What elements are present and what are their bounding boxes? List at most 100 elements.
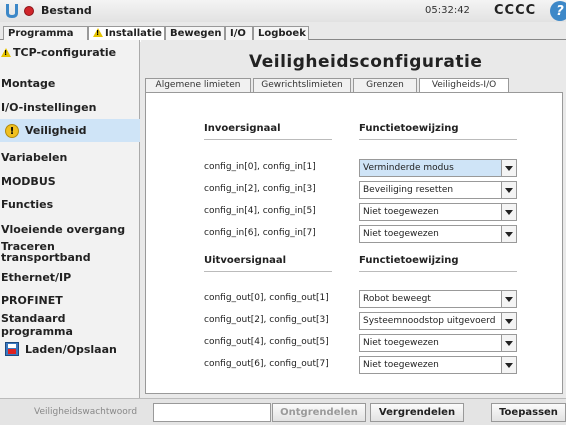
sidebar-item-label: Laden/Opslaan [25,342,117,356]
output-function-select[interactable]: Robot beweegt [359,290,517,308]
robot-status-icon[interactable] [24,6,34,16]
tab-label: Grenzen [366,80,404,90]
select-value: Robot beweegt [363,294,431,304]
chevron-down-icon [505,362,513,368]
input-signal-label: config_in[2], config_in[3] [204,184,316,194]
dropdown-button[interactable] [501,182,516,198]
dropdown-button[interactable] [501,204,516,220]
sidebar-item-tcp-configuratie[interactable]: TCP-configuratie [0,43,140,61]
main-content: Veiligheidsconfiguratie Algemene limiete… [141,40,566,398]
select-value: Niet toegewezen [363,338,439,348]
shield-icon: ! [5,123,19,138]
output-signal-header: Uitvoersignaal [204,255,287,266]
chevron-down-icon [505,231,513,237]
warning-icon [1,47,11,57]
divider [359,271,517,272]
sidebar-item-io-instellingen[interactable]: I/O-instellingen [0,98,140,116]
sidebar-item-label: I/O-instellingen [1,100,97,114]
ur-logo-icon [6,4,18,18]
sidebar-item-laden-opslaan[interactable]: Laden/Opslaan [0,339,140,359]
dropdown-button[interactable] [501,335,516,351]
output-signal-label: config_out[2], config_out[3] [204,315,329,325]
input-function-select[interactable]: Beveiliging resetten [359,181,517,199]
output-signal-label: config_out[0], config_out[1] [204,293,329,303]
tab-gewrichtslimieten[interactable]: Gewrichtslimieten [253,78,351,92]
bottom-bar: Veiligheidswachtwoord Ontgrendelen Vergr… [0,398,566,425]
dropdown-button[interactable] [501,313,516,329]
tab-label: Veiligheids-I/O [431,80,497,90]
safety-password-input[interactable] [153,403,271,422]
tab-io[interactable]: I/O [225,26,253,41]
input-signal-label: config_in[0], config_in[1] [204,162,316,172]
input-function-select[interactable]: Niet toegewezen [359,225,517,243]
sidebar-item-modbus[interactable]: MODBUS [0,172,140,190]
select-value: Beveiliging resetten [363,185,454,195]
file-menu[interactable]: Bestand [41,4,92,17]
unlock-button[interactable]: Ontgrendelen [272,403,366,422]
tab-label: I/O [230,28,246,39]
input-function-select[interactable]: Verminderde modus [359,159,517,177]
select-value: Verminderde modus [363,163,454,173]
tab-label: Programma [8,28,74,39]
sidebar-item-standaard-programma[interactable]: Standaard programma [0,312,140,338]
sidebar-item-functies[interactable]: Functies [0,195,140,213]
sidebar-item-label: PROFINET [1,293,63,307]
sidebar-item-label: Vloeiende overgang [1,222,126,236]
input-function-header: Functietoewijzing [359,123,459,134]
select-value: Niet toegewezen [363,360,439,370]
chevron-down-icon [505,165,513,171]
dropdown-button[interactable] [501,357,516,373]
tab-logboek[interactable]: Logboek [253,26,309,41]
sidebar-item-label: Variabelen [1,150,68,164]
password-label: Veiligheidswachtwoord [34,407,138,417]
tab-label: Algemene limieten [155,80,241,90]
dropdown-button[interactable] [501,226,516,242]
tab-label: Installatie [105,28,162,39]
floppy-icon [5,342,19,356]
tab-bewegen[interactable]: Bewegen [165,26,225,41]
sidebar-item-traceren-transportband[interactable]: Traceren transportband [0,238,140,266]
chevron-down-icon [505,318,513,324]
sidebar-item-montage[interactable]: Montage [0,74,140,92]
apply-button[interactable]: Toepassen [491,403,566,422]
sidebar-item-label: Traceren transportband [1,240,91,264]
dropdown-button[interactable] [501,160,516,176]
page-title: Veiligheidsconfiguratie [249,52,483,72]
robot-name: CCCC [494,3,537,18]
sidebar-item-label: MODBUS [1,174,56,188]
chevron-down-icon [505,296,513,302]
select-value: Systeemnoodstop uitgevoerd [363,316,496,326]
title-bar: Bestand 05:32:42 CCCC ? [0,0,566,22]
sidebar-item-label: TCP-configuratie [13,45,117,59]
tab-grenzen[interactable]: Grenzen [353,78,417,92]
sidebar-item-ethernet-ip[interactable]: Ethernet/IP [0,268,140,286]
sidebar: TCP-configuratie Montage I/O-instellinge… [0,40,140,398]
output-signal-label: config_out[6], config_out[7] [204,359,329,369]
output-function-select[interactable]: Systeemnoodstop uitgevoerd [359,312,517,330]
sidebar-item-profinet[interactable]: PROFINET [0,291,140,309]
tab-veiligheids-io[interactable]: Veiligheids-I/O [419,78,509,93]
sidebar-item-variabelen[interactable]: Variabelen [0,148,140,166]
input-signal-label: config_in[6], config_in[7] [204,228,316,238]
output-function-select[interactable]: Niet toegewezen [359,356,517,374]
sidebar-item-vloeiende-overgang[interactable]: Vloeiende overgang [0,220,140,238]
output-function-header: Functietoewijzing [359,255,459,266]
input-function-select[interactable]: Niet toegewezen [359,203,517,221]
sidebar-item-veiligheid[interactable]: ! Veiligheid [0,119,140,142]
output-signal-label: config_out[4], config_out[5] [204,337,329,347]
input-signal-label: config_in[4], config_in[5] [204,206,316,216]
safety-io-panel: Invoersignaal Functietoewijzing config_i… [145,92,563,394]
tab-label: Gewrichtslimieten [261,80,343,90]
tab-programma[interactable]: Programma [3,26,88,41]
divider [359,139,517,140]
lock-button[interactable]: Vergrendelen [370,403,464,422]
dropdown-button[interactable] [501,291,516,307]
warning-icon [93,28,103,37]
chevron-down-icon [505,187,513,193]
output-function-select[interactable]: Niet toegewezen [359,334,517,352]
select-value: Niet toegewezen [363,207,439,217]
tab-algemene-limieten[interactable]: Algemene limieten [145,78,251,92]
tab-label: Bewegen [170,28,222,39]
help-icon[interactable]: ? [550,1,566,21]
divider [204,271,332,272]
